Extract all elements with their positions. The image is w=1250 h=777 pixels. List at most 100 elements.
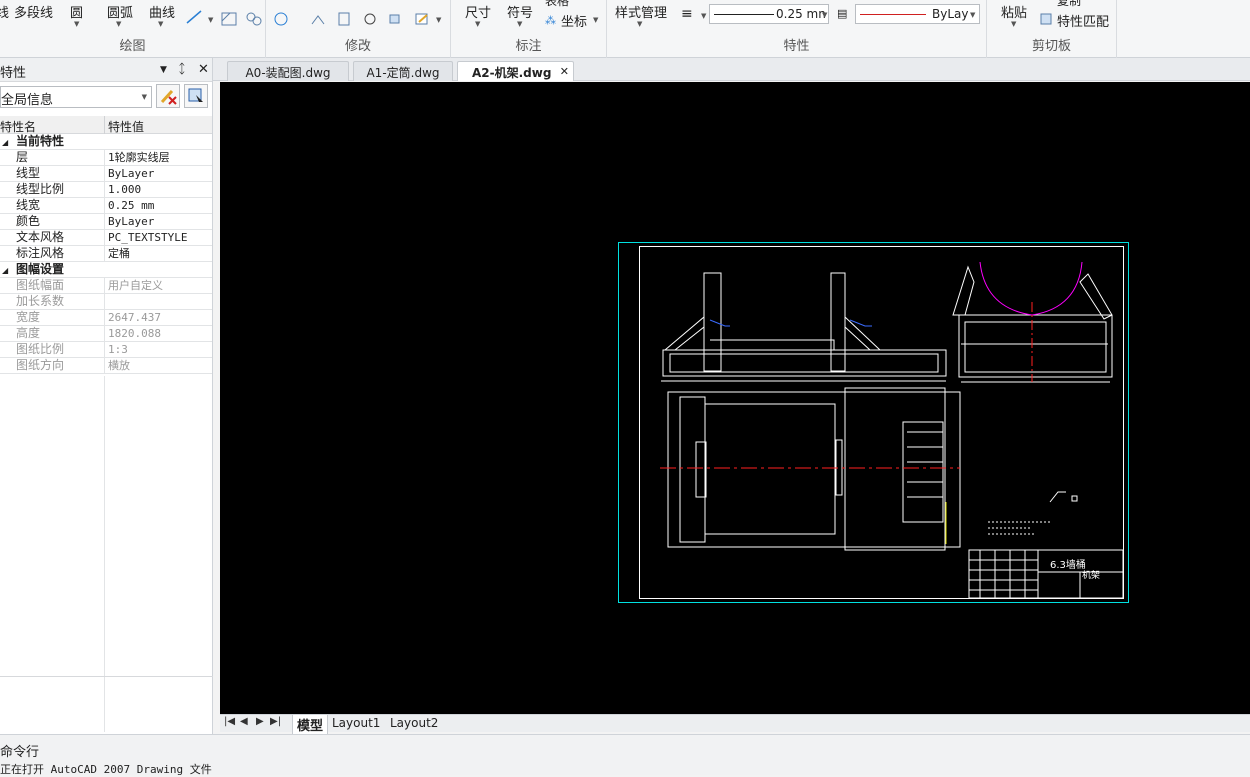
chevron-down-icon[interactable]: ▼ [436,16,441,24]
hatch-icon[interactable] [221,12,237,26]
chevron-down-icon[interactable]: ▼ [701,12,706,20]
chevron-down-icon[interactable]: ▼ [637,20,642,28]
pencil-x-icon [160,89,177,105]
property-name: 线宽 [16,198,41,212]
circle-button[interactable]: 圆 [70,2,83,21]
property-name: 图纸比例 [16,342,65,356]
layout-tab-2[interactable]: Layout2 [390,716,438,730]
curve-button[interactable]: 曲线 [149,2,175,21]
property-row[interactable]: 图纸幅面 用户自定义 [0,278,212,294]
property-grid-header: 特性名 特性值 [0,116,212,134]
property-name: 线型 [16,166,41,180]
doc-tab[interactable]: A1-定筒.dwg [353,61,453,81]
property-value[interactable]: 0.25 mm [108,198,212,213]
chevron-down-icon[interactable]: ▼ [517,20,522,28]
annotate-group: 尺寸 ▼ 符号 ▼ 表格 坐标 ⁂ ▼ 标注 [451,0,607,58]
layout-tab-model[interactable]: 模型 [292,715,329,735]
mirror-icon[interactable] [336,12,352,26]
table-button[interactable]: 表格 [545,0,569,9]
copy-button[interactable]: 复制 [1057,0,1081,9]
style-manager-button[interactable]: 样式管理 [615,2,667,21]
chevron-down-icon[interactable]: ▼ [208,16,213,24]
symbol-button[interactable]: 符号 [507,2,533,21]
linetype-select[interactable]: ByLay ▼ [855,4,980,24]
property-value[interactable]: 1轮廓实线层 [108,150,212,165]
property-row[interactable]: 标注风格 定桶 [0,246,212,262]
collapse-icon[interactable]: ◢ [2,263,8,278]
object-selector[interactable]: 全局信息 ▼ [0,86,152,108]
property-row[interactable]: 层 1轮廓实线层 [0,150,212,166]
doc-tab[interactable]: A0-装配图.dwg [227,61,349,81]
panel-menu-icon[interactable]: ▼ [160,65,167,75]
edit-icon[interactable] [414,12,430,26]
property-row[interactable]: 加长系数 [0,294,212,310]
property-value[interactable]: 1:3 [108,342,212,357]
pin-icon[interactable]: ᛨ [178,62,186,77]
notes-block [988,491,1078,535]
dimension-button[interactable]: 尺寸 [465,2,491,21]
property-row[interactable]: 图纸比例 1:3 [0,342,212,358]
close-icon[interactable]: ✕ [198,62,209,77]
property-value[interactable]: 用户自定义 [108,278,212,293]
offset-icon[interactable] [310,12,326,26]
property-value[interactable]: ByLayer [108,214,212,229]
nav-first-icon[interactable]: |◀ [224,716,235,727]
property-row[interactable]: 文本风格 PC_TEXTSTYLE [0,230,212,246]
close-tab-icon[interactable]: ✕ [560,65,569,78]
nav-last-icon[interactable]: ▶| [270,716,281,727]
chevron-down-icon[interactable]: ▼ [74,20,79,28]
property-row[interactable]: 高度 1820.088 [0,326,212,342]
modify-group: ▼ 修改 [266,0,451,58]
property-row[interactable]: 线宽 0.25 mm [0,198,212,214]
property-name: 图纸幅面 [16,278,65,292]
properties-panel-header: 特性 ▼ ᛨ ✕ [0,58,212,82]
property-row[interactable]: 宽度 2647.437 [0,310,212,326]
category-current[interactable]: ◢ 当前特性 [0,134,212,150]
clear-selection-button[interactable] [156,84,180,108]
property-value[interactable]: ByLayer [108,166,212,181]
paste-button[interactable]: 粘贴 [1001,2,1027,21]
chevron-down-icon[interactable]: ▼ [158,20,163,28]
property-value[interactable]: 横放 [108,358,212,373]
category-sheet[interactable]: ◢ 图幅设置 [0,262,212,278]
chevron-down-icon[interactable]: ▼ [593,16,598,24]
modify-group-label: 修改 [344,39,371,54]
nav-prev-icon[interactable]: ◀ [240,716,248,727]
copy-object-icon[interactable] [388,12,404,26]
chevron-down-icon[interactable]: ▼ [116,20,121,28]
lineweight-value: 0.25 mn [776,7,826,21]
lineweight-icon: ≡ [681,6,693,22]
coordinate-button[interactable]: 坐标 [561,11,587,30]
property-row[interactable]: 图纸方向 横放 [0,358,212,374]
lineweight-select[interactable]: 0.25 mn ▼ [709,4,829,24]
rotate-icon[interactable] [362,12,378,26]
region-icon[interactable] [246,12,262,26]
property-value[interactable]: 1.000 [108,182,212,197]
property-row[interactable]: 线型比例 1.000 [0,182,212,198]
drawing-canvas[interactable]: 6.3墙桶 机架 [220,82,1250,714]
layout-tab-1[interactable]: Layout1 [332,716,380,730]
property-value[interactable]: PC_TEXTSTYLE [108,230,212,245]
arc-button[interactable]: 圆弧 [107,2,133,21]
chevron-down-icon[interactable]: ▼ [1011,20,1016,28]
property-grid: 特性名 特性值 ◢ 当前特性 层 1轮廓实线层 线型 ByLayer 线型比例 1.000… [0,116,212,374]
chevron-down-icon: ▼ [141,93,147,101]
clipboard-group-label: 剪切板 [1031,39,1071,54]
collapse-icon[interactable]: ◢ [2,135,8,150]
polyline-button[interactable]: 多段线 [14,2,53,21]
property-value[interactable]: 定桶 [108,246,212,261]
quick-select-icon [188,88,203,102]
doc-tab-active[interactable]: A2-机架.dwg ✕ [457,61,574,81]
line-tool-icon[interactable] [186,10,202,24]
chevron-down-icon[interactable]: ▼ [475,20,480,28]
draw-group-label: 绘图 [119,39,146,54]
property-value[interactable]: 1820.088 [108,326,212,341]
quick-select-button[interactable] [184,84,208,108]
property-value[interactable]: 2647.437 [108,310,212,325]
ribbon: 线 多段线 圆 ▼ 圆弧 ▼ 曲线 ▼ ▼ 绘图 ▼ 修改 尺寸 ▼ 符号 ▼ … [0,0,1250,58]
property-row[interactable]: 颜色 ByLayer [0,214,212,230]
line-button[interactable]: 线 [0,2,9,21]
property-row[interactable]: 线型 ByLayer [0,166,212,182]
nav-next-icon[interactable]: ▶ [256,716,264,727]
match-properties-button[interactable]: 特性匹配 [1057,11,1109,30]
